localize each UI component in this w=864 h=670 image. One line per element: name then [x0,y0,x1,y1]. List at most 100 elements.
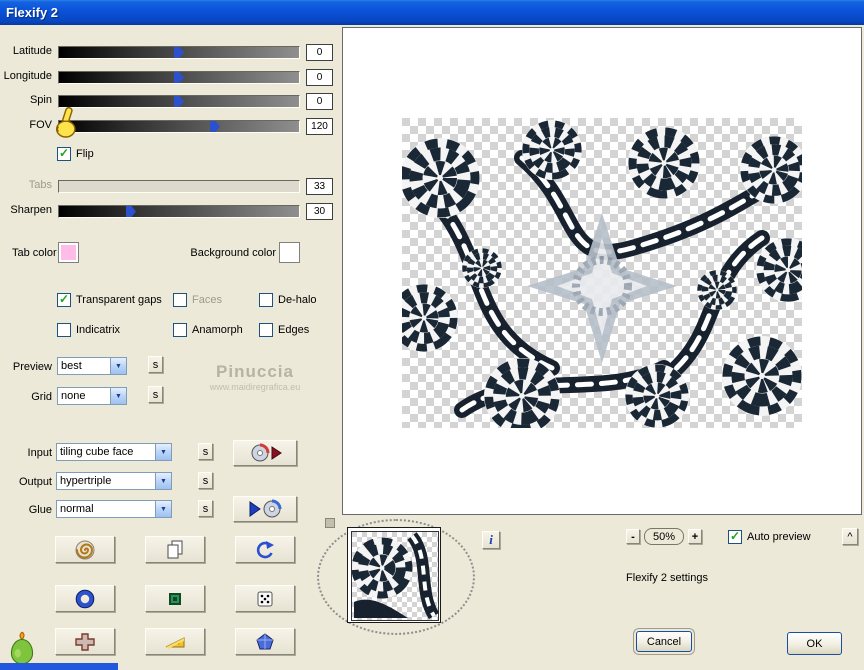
glue-dropdown-button[interactable]: ▼ [155,501,171,517]
sharpen-slider[interactable] [58,205,300,218]
output-dropdown[interactable]: hypertriple ▼ [56,472,172,490]
transparent-gaps-checkbox-box[interactable]: ✓ [57,293,71,307]
longitude-slider[interactable] [58,71,300,84]
glue-dropdown[interactable]: normal ▼ [56,500,172,518]
thumbnail-handle[interactable] [325,518,335,528]
flip-checkbox-box[interactable]: ✓ [57,147,71,161]
anamorph-label: Anamorph [192,324,243,336]
flip-checkbox-label: Flip [76,148,94,160]
dice-icon [257,591,273,606]
longitude-value[interactable]: 0 [306,69,333,86]
tab-color-label: Tab color [12,247,57,259]
ok-button[interactable]: OK [787,632,842,655]
latitude-label: Latitude [12,45,52,57]
info-button[interactable]: i [482,531,500,549]
window-title: Flexify 2 [6,5,59,20]
spin-slider-thumb[interactable] [174,96,184,107]
longitude-slider-thumb[interactable] [174,72,184,83]
grid-dropdown-button[interactable]: ▼ [110,388,126,404]
check-icon: ✓ [58,292,70,306]
apply-settings-button[interactable] [233,496,297,522]
fov-label: FOV [29,119,52,131]
zoom-out-button[interactable]: - [626,529,640,544]
tabs-value: 33 [306,178,333,195]
fov-slider[interactable] [58,120,300,133]
hand-cursor-icon [55,106,76,138]
edges-checkbox-box[interactable] [259,323,273,337]
faces-checkbox-box [173,293,187,307]
spin-label: Spin [29,94,52,106]
indicatrix-label: Indicatrix [76,324,121,336]
fov-slider-thumb[interactable] [210,121,220,132]
glue-dropdown-label: Glue [28,504,52,516]
collapse-button[interactable]: ^ [842,528,858,545]
latitude-slider[interactable] [58,46,300,59]
preview-s-button[interactable]: s [148,356,163,373]
gem-icon [256,632,274,649]
sharpen-row: Sharpen 30 [0,201,340,221]
auto-preview-checkbox-box[interactable]: ✓ [728,530,742,544]
grid-dropdown[interactable]: none ▼ [57,387,127,405]
indicatrix-checkbox[interactable]: Indicatrix [57,323,120,337]
preview-dropdown[interactable]: best ▼ [57,357,127,375]
settings-thumbnail[interactable] [347,527,441,623]
preview-dropdown-value: best [61,360,82,372]
thumbnail-image [351,531,439,621]
spin-slider[interactable] [58,95,300,108]
sharpen-slider-thumb[interactable] [126,206,136,217]
latitude-value[interactable]: 0 [306,44,333,61]
output-s-button[interactable]: s [198,472,213,489]
zoom-in-button[interactable]: + [688,529,702,544]
titlebar[interactable]: Flexify 2 [0,0,864,25]
zoom-level-button[interactable]: 50% [644,528,684,545]
output-dropdown-value: hypertriple [60,475,112,487]
input-dropdown-button[interactable]: ▼ [155,444,171,460]
output-dropdown-button[interactable]: ▼ [155,473,171,489]
preview-image [402,118,802,428]
edges-checkbox[interactable]: Edges [259,323,309,337]
sharpen-label: Sharpen [10,204,52,216]
anamorph-checkbox-box[interactable] [173,323,187,337]
preview-dropdown-button[interactable]: ▼ [110,358,126,374]
tab-color-swatch[interactable] [58,242,79,263]
transparent-gaps-checkbox[interactable]: ✓ Transparent gaps [57,293,162,307]
flexify-dialog: Flexify 2 Latitude 0 Longitude 0 Spin 0 … [0,0,864,670]
load-settings-button[interactable] [233,440,297,466]
square-button[interactable] [145,585,205,612]
dehalo-checkbox-box[interactable] [259,293,273,307]
random-dice-button[interactable] [235,585,295,612]
cancel-button[interactable]: Cancel [633,628,695,655]
input-dropdown[interactable]: tiling cube face ▼ [56,443,172,461]
chevron-down-icon: ▼ [115,392,122,400]
flip-checkbox[interactable]: ✓ Flip [57,147,94,161]
latitude-slider-thumb[interactable] [174,47,184,58]
faces-label: Faces [192,294,222,306]
cross-button[interactable] [55,628,115,655]
spiral-button[interactable] [55,536,115,563]
check-icon: ✓ [729,529,741,543]
background-color-swatch[interactable] [279,242,300,263]
sharpen-value[interactable]: 30 [306,203,333,220]
indicatrix-checkbox-box[interactable] [57,323,71,337]
output-dropdown-label: Output [18,476,52,488]
chevron-down-icon: ▼ [160,477,167,485]
edges-label: Edges [278,324,310,336]
preview-panel [342,27,862,515]
anamorph-checkbox[interactable]: Anamorph [173,323,243,337]
copy-button[interactable] [145,536,205,563]
tabs-label: Tabs [28,179,52,191]
input-s-button[interactable]: s [198,443,213,460]
cheese-button[interactable] [145,628,205,655]
grid-s-button[interactable]: s [148,386,163,403]
preview-dropdown-label: Preview [12,361,52,373]
glue-s-button[interactable]: s [198,500,213,517]
chevron-down-icon: ▼ [160,505,167,513]
auto-preview-checkbox[interactable]: ✓ Auto preview [728,530,811,544]
dehalo-checkbox[interactable]: De-halo [259,293,317,307]
spin-value[interactable]: 0 [306,93,333,110]
fov-value[interactable]: 120 [306,118,333,135]
undo-button[interactable] [235,536,295,563]
grid-dropdown-label: Grid [31,391,52,403]
gem-button[interactable] [235,628,295,655]
ring-button[interactable] [55,585,115,612]
